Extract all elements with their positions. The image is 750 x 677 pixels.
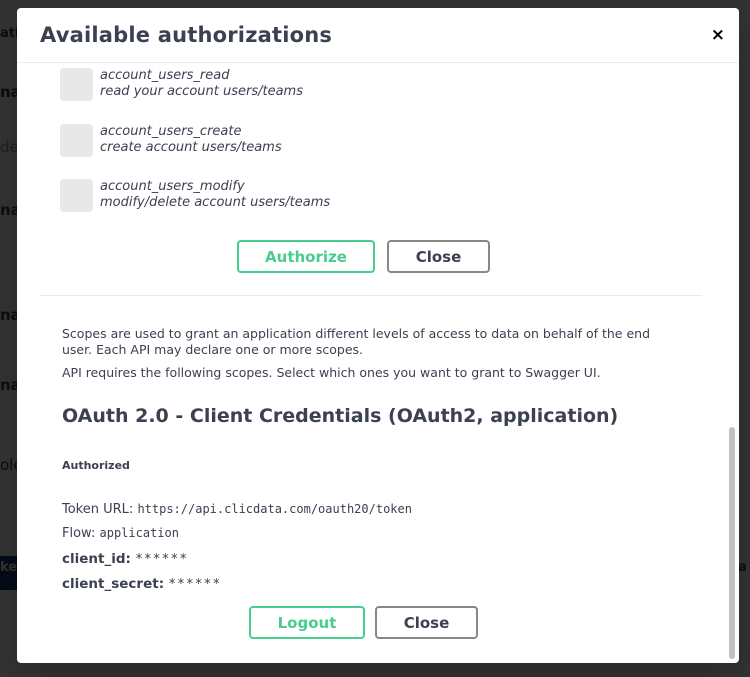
- scope-item: account_users_create create account user…: [60, 124, 282, 157]
- close-icon[interactable]: ×: [711, 25, 725, 45]
- scope-description: create account users/teams: [100, 140, 282, 155]
- client-id-row: client_id: ******: [62, 551, 188, 567]
- token-url-value: https://api.clicdata.com/oauth20/token: [137, 502, 412, 516]
- scope-description: read your account users/teams: [100, 84, 303, 99]
- scope-name: account_users_modify: [100, 179, 245, 194]
- flow-label: Flow:: [62, 526, 96, 541]
- divider: [40, 295, 702, 296]
- scope-item: account_users_read read your account use…: [60, 68, 303, 101]
- client-secret-value: ******: [168, 577, 222, 592]
- modal-body[interactable]: account_users_read read your account use…: [17, 63, 739, 663]
- client-credentials-title: OAuth 2.0 - Client Credentials (OAuth2, …: [62, 405, 619, 427]
- client-id-value: ******: [135, 552, 189, 567]
- authorize-button[interactable]: Authorize: [237, 240, 375, 273]
- scope-checkbox[interactable]: [60, 68, 93, 101]
- scope-description: modify/delete account users/teams: [100, 195, 331, 210]
- scope-name: account_users_read: [100, 68, 230, 83]
- scrollbar[interactable]: [729, 427, 735, 659]
- token-url-label: Token URL:: [62, 502, 134, 517]
- auth-modal: Available authorizations × account_users…: [17, 8, 739, 663]
- close-button[interactable]: Close: [387, 240, 490, 273]
- scope-checkbox[interactable]: [60, 124, 93, 157]
- modal-header: Available authorizations ×: [17, 8, 739, 63]
- authorized-label: Authorized: [62, 459, 130, 472]
- scope-checkbox[interactable]: [60, 179, 93, 212]
- flow-value: application: [99, 526, 179, 540]
- logout-button[interactable]: Logout: [249, 606, 365, 639]
- scope-name: account_users_create: [100, 124, 242, 139]
- modal-title: Available authorizations: [40, 23, 333, 47]
- client-secret-row: client_secret: ******: [62, 576, 221, 592]
- client-secret-label: client_secret:: [62, 576, 165, 592]
- client-id-label: client_id:: [62, 551, 131, 567]
- scope-item: account_users_modify modify/delete accou…: [60, 179, 330, 212]
- flow-row: Flow: application: [62, 526, 179, 541]
- close-button[interactable]: Close: [375, 606, 478, 639]
- scopes-description: Scopes are used to grant an application …: [62, 326, 651, 357]
- token-url-row: Token URL: https://api.clicdata.com/oaut…: [62, 502, 412, 517]
- scopes-instruction: API requires the following scopes. Selec…: [62, 365, 601, 380]
